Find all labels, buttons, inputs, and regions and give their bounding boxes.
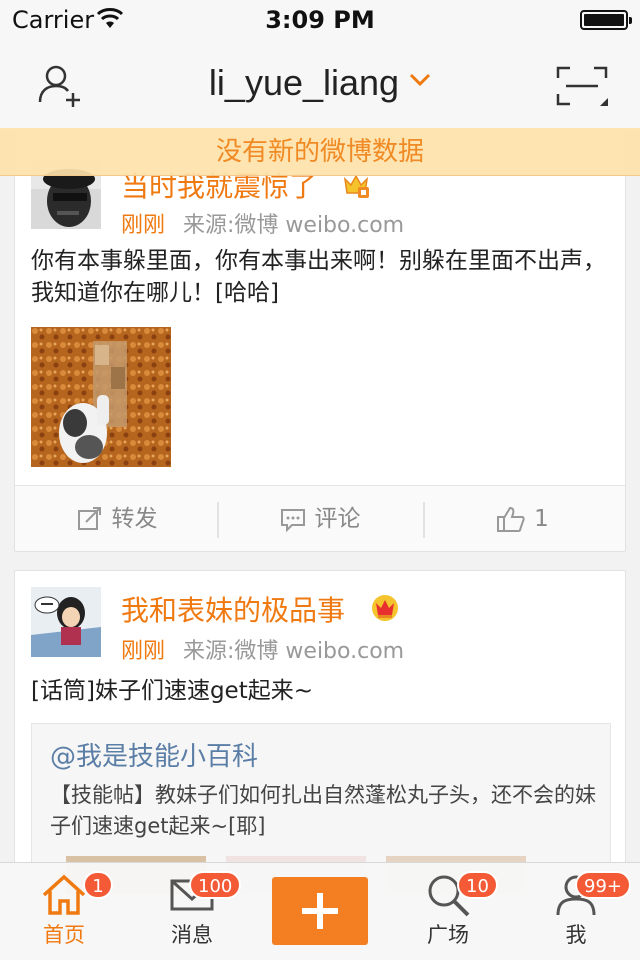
post-card[interactable]: 当时我就震惊了 刚刚 来源:微博 weibo.com 你有本事躲里面，你有本事出来…	[14, 120, 626, 552]
post-author-name[interactable]: 我和表妹的极品事	[121, 589, 400, 630]
vip-badge-icon	[342, 171, 370, 206]
post-actions: 转发 评论 1	[15, 485, 625, 551]
chevron-down-icon	[409, 72, 431, 91]
tab-discover[interactable]: 10 广场	[393, 863, 503, 960]
scan-button[interactable]	[556, 66, 610, 108]
like-count: 1	[534, 506, 549, 532]
repost-label: 转发	[111, 506, 158, 532]
post-image[interactable]	[31, 327, 171, 467]
nav-title-button[interactable]: li_yue_liang	[0, 62, 640, 104]
tab-bar: 1 首页 100 消息 10 广场 99+ 我	[0, 862, 640, 960]
tab-badge: 1	[83, 871, 113, 899]
notice-banner: 没有新的微博数据	[0, 128, 640, 176]
nav-bar: li_yue_liang	[0, 40, 640, 130]
post-text: [话筒]妹子们速速get起来~	[31, 678, 313, 704]
like-button[interactable]: 1	[421, 486, 624, 552]
crown-icon	[370, 593, 400, 630]
tab-badge: 10	[457, 871, 498, 899]
tab-messages[interactable]: 100 消息	[137, 863, 247, 960]
compose-button[interactable]	[272, 877, 368, 945]
post-card[interactable]: 我和表妹的极品事 刚刚 来源:微博 weibo.com [话筒]妹子们速速get起…	[14, 570, 626, 894]
notice-text: 没有新的微博数据	[215, 137, 424, 167]
nav-title[interactable]: li_yue_liang	[209, 62, 399, 103]
tab-badge: 100	[189, 871, 242, 899]
quoted-user-link[interactable]: @我是技能小百科	[50, 736, 258, 773]
avatar[interactable]	[31, 587, 101, 657]
home-icon	[42, 874, 86, 915]
post-time: 刚刚	[121, 639, 166, 664]
scan-icon	[556, 66, 608, 106]
post-source[interactable]: 来源:微博 weibo.com	[183, 213, 404, 238]
post-meta: 刚刚 来源:微博 weibo.com	[121, 633, 404, 665]
post-author-label[interactable]: 我和表妹的极品事	[121, 594, 345, 627]
quoted-text: 【技能帖】教妹子们如何扎出自然蓬松丸子头，还不会的妹子们速速get起来~[耶]	[50, 783, 596, 838]
tab-home[interactable]: 1 首页	[9, 863, 119, 960]
post-meta: 刚刚 来源:微博 weibo.com	[121, 207, 404, 239]
plus-icon	[302, 893, 338, 929]
tab-label: 我	[565, 923, 587, 947]
comment-label: 评论	[314, 506, 361, 532]
tab-label: 消息	[171, 923, 213, 947]
tab-label: 广场	[427, 923, 469, 947]
comment-icon	[280, 509, 305, 533]
repost-icon	[77, 507, 101, 530]
post-text: 你有本事躲里面，你有本事出来啊！别躲在里面不出声，我知道你在哪儿！[哈哈]	[31, 248, 606, 306]
post-source[interactable]: 来源:微博 weibo.com	[183, 639, 404, 664]
battery-icon	[580, 10, 632, 30]
tab-label: 首页	[43, 923, 85, 947]
tab-badge: 99+	[575, 871, 631, 899]
tab-profile[interactable]: 99+ 我	[521, 863, 631, 960]
post-time: 刚刚	[121, 213, 166, 238]
clock: 3:09 PM	[265, 6, 375, 34]
status-bar: Carrier 3:09 PM	[0, 0, 640, 40]
repost-button[interactable]: 转发	[15, 486, 218, 552]
thumbs-up-icon	[497, 506, 525, 532]
comment-button[interactable]: 评论	[218, 486, 421, 552]
